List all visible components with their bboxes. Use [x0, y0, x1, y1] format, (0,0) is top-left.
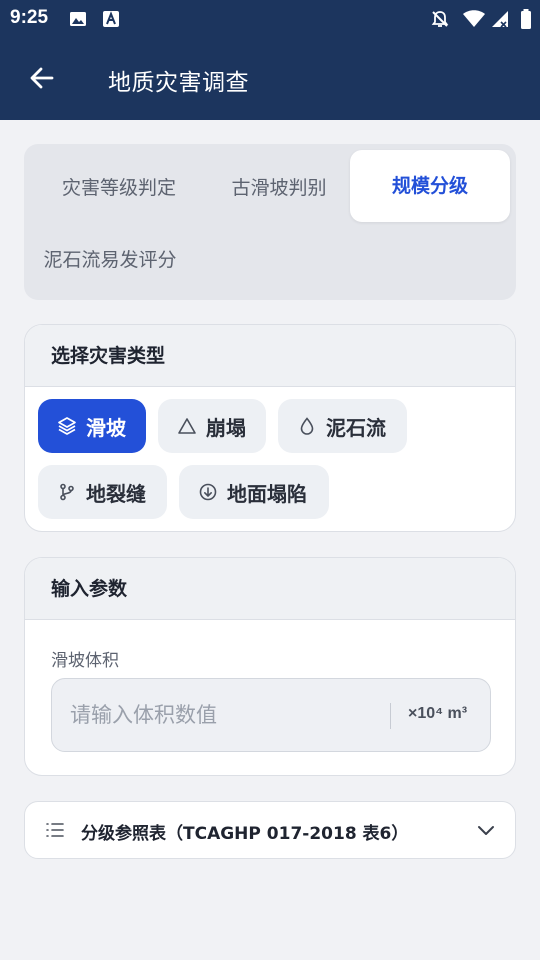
hazard-type-card: 选择灾害类型 滑坡 崩塌 泥石流 地裂缝 地面塌陷 [24, 324, 516, 532]
back-button[interactable] [22, 60, 62, 100]
drop-icon [296, 415, 318, 437]
tab-bar: 灾害等级判定 古滑坡判别 规模分级 泥石流易发评分 [24, 144, 516, 300]
chip-label: 滑坡 [86, 415, 126, 440]
chip-label: 崩塌 [206, 415, 246, 440]
chip-ground-subsidence[interactable]: 地面塌陷 [179, 465, 329, 519]
chip-landslide[interactable]: 滑坡 [38, 399, 146, 453]
signal-icon [490, 9, 510, 29]
reference-table-toggle[interactable]: 分级参照表（TCAGHP 017-2018 表6） [24, 801, 516, 859]
app-bar: 地质灾害调查 [0, 38, 540, 120]
chip-label: 地面塌陷 [227, 481, 307, 506]
hazard-type-heading: 选择灾害类型 [25, 325, 515, 387]
chip-label: 泥石流 [326, 415, 386, 440]
triangle-icon [176, 415, 198, 437]
chip-label: 地裂缝 [86, 481, 146, 506]
volume-input-box: ×10⁴ m³ [51, 678, 491, 752]
tab-hazard-level[interactable]: 灾害等级判定 [34, 152, 204, 224]
chip-collapse[interactable]: 崩塌 [158, 399, 266, 453]
battery-icon [520, 9, 532, 29]
notifications-off-icon [430, 9, 450, 29]
status-time: 9:25 [10, 7, 49, 28]
unit-divider [390, 703, 391, 729]
image-icon [68, 9, 88, 29]
list-icon [45, 821, 65, 843]
arrow-left-icon [28, 64, 56, 96]
chip-ground-fissure[interactable]: 地裂缝 [38, 465, 167, 519]
a-icon [101, 9, 121, 29]
chip-debris-flow[interactable]: 泥石流 [278, 399, 407, 453]
volume-unit: ×10⁴ m³ [408, 705, 468, 722]
volume-input[interactable] [70, 679, 370, 751]
branch-icon [56, 481, 78, 503]
params-heading: 输入参数 [25, 558, 515, 620]
layers-icon [56, 415, 78, 437]
tab-debris-flow-score[interactable]: 泥石流易发评分 [24, 224, 196, 296]
reference-table-label: 分级参照表（TCAGHP 017-2018 表6） [81, 824, 409, 844]
chevron-down-icon [475, 821, 497, 845]
page-title: 地质灾害调查 [108, 70, 249, 96]
volume-field-label: 滑坡体积 [51, 651, 119, 671]
tab-scale-grading[interactable]: 规模分级 [350, 150, 510, 222]
circle-arrow-down-icon [197, 481, 219, 503]
tab-ancient-landslide[interactable]: 古滑坡判别 [204, 152, 354, 224]
wifi-icon [462, 9, 486, 29]
status-bar: 9:25 [0, 0, 540, 38]
params-card: 输入参数 滑坡体积 ×10⁴ m³ [24, 557, 516, 776]
